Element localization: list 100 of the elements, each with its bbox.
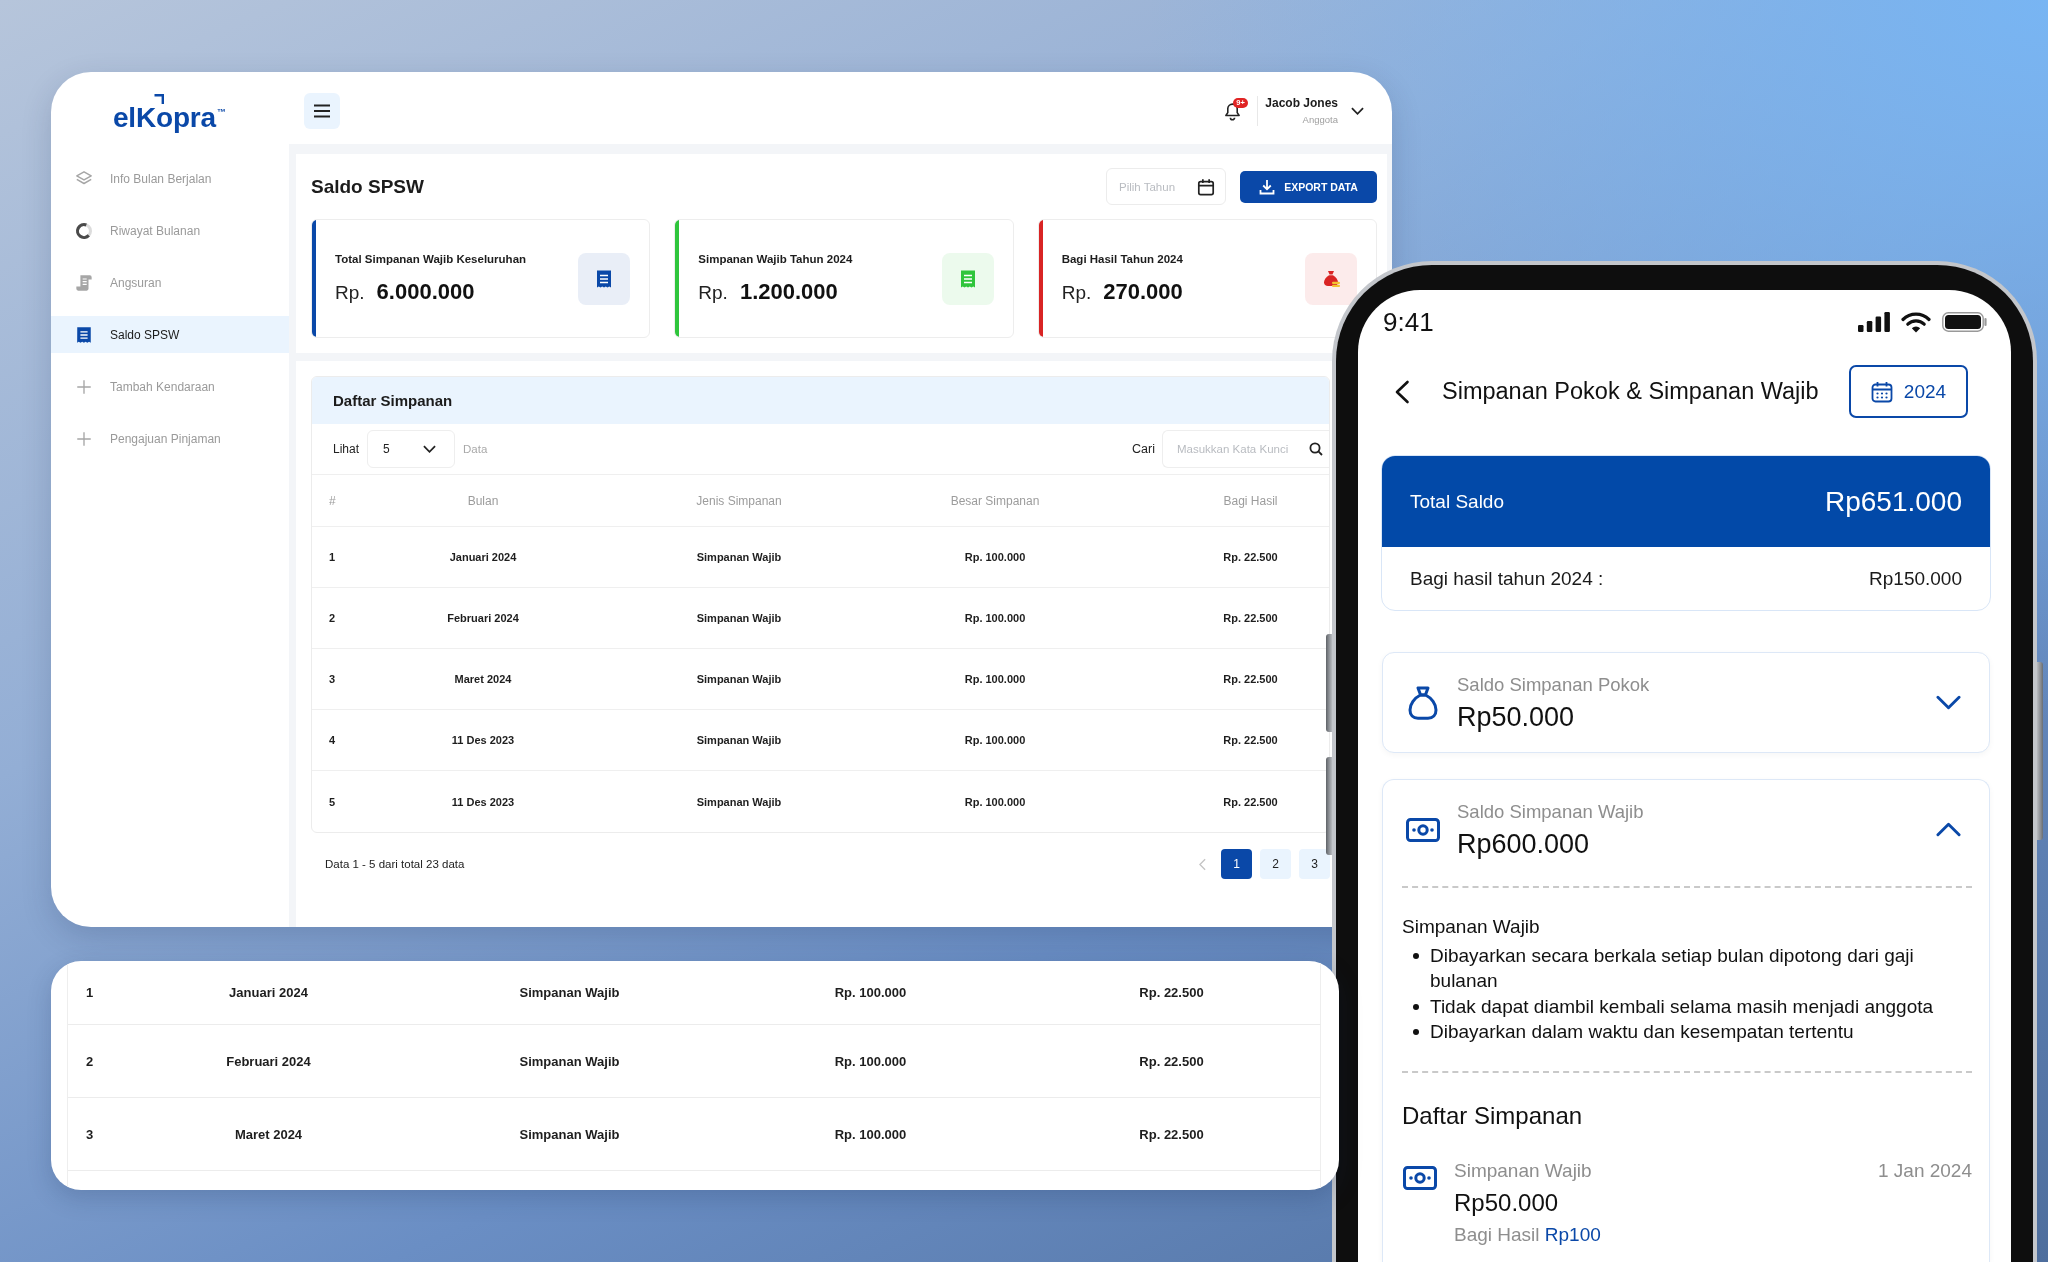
table-cell: Rp. 22.500 [1139, 1053, 1204, 1069]
entry-date: 1 Jan 2024 [1877, 1159, 1972, 1184]
table-cell: Rp. 100.000 [964, 551, 1026, 563]
table-cell: Simpanan Wajib [696, 734, 782, 746]
table-cell: 1 [86, 985, 94, 1000]
balance-value: Rp50.000 [1457, 700, 1575, 733]
table-cell: Rp. 100.000 [964, 734, 1026, 746]
back-icon[interactable] [1394, 379, 1410, 404]
search-icon [1309, 442, 1323, 456]
stat-label: Bagi Hasil Tahun 2024 [1061, 251, 1183, 267]
stat-value: 270.000 [1103, 278, 1183, 305]
table-cell: Rp. 22.500 [1223, 734, 1278, 746]
battery-icon [1942, 312, 1988, 332]
sidebar-item[interactable]: Saldo SPSW [51, 316, 289, 353]
chevron-down-icon[interactable] [1936, 695, 1961, 710]
stat-value: 1.200.000 [739, 278, 838, 305]
export-button[interactable]: EXPORT DATA [1240, 170, 1377, 203]
bullet-text: Tidak dapat diambil kembali selama masih menjadi anggota [1430, 994, 1934, 1019]
data-label: Data [463, 443, 488, 455]
bullet-text: Dibayarkan secara berkala setiap bulan dipotong dari gaji bulanan [1430, 944, 1915, 994]
currency-label: Rp. [1061, 280, 1092, 305]
table-cell: 4 [329, 734, 336, 746]
table-cell: Maret 2024 [454, 673, 512, 685]
receipt-icon [941, 252, 994, 305]
table-cell: 5 [329, 795, 336, 808]
bullet-icon [1413, 1003, 1419, 1010]
table-cell: Simpanan Wajib [519, 1053, 620, 1069]
table-cell: Simpanan Wajib [519, 1126, 620, 1142]
stat-label: Total Simpanan Wajib Keseluruhan [335, 251, 527, 267]
table-cell: Simpanan Wajib [696, 612, 782, 624]
calendar-icon [1197, 177, 1215, 196]
table-cell: Januari 2024 [449, 551, 517, 563]
corner-mark-icon [154, 94, 164, 104]
table-cell: 3 [86, 1126, 94, 1142]
table-cell: 2 [329, 612, 336, 624]
page-button[interactable]: 3 [1299, 849, 1330, 879]
show-label: Lihat [333, 442, 360, 456]
signal-icon [1858, 312, 1890, 332]
profit-share-value: Rp150.000 [1869, 567, 1962, 590]
page-button[interactable]: 2 [1260, 849, 1291, 879]
table-cell: Rp. 100.000 [834, 1053, 907, 1069]
year-button[interactable]: 2024 [1849, 365, 1968, 418]
status-time: 9:41 [1383, 306, 1434, 338]
balance-label: Saldo Simpanan Wajib [1457, 799, 1644, 824]
search-label: Cari [1132, 442, 1155, 456]
page-title: Saldo SPSW [311, 175, 424, 198]
balance-label: Saldo Simpanan Pokok [1457, 672, 1650, 697]
money-bag-icon [1305, 252, 1357, 305]
plus-icon [75, 377, 93, 396]
bullet-icon [1413, 953, 1419, 959]
menu-icon [313, 104, 331, 118]
table-cell: Rp. 22.500 [1223, 795, 1278, 808]
profit-share-label: Bagi hasil tahun 2024 : [1410, 567, 1604, 590]
chevron-down-icon[interactable] [1351, 107, 1364, 115]
page-button[interactable]: 1 [1221, 849, 1252, 879]
table-cell: 2 [86, 1053, 94, 1069]
balance-value: Rp600.000 [1457, 827, 1590, 860]
receipt-icon [578, 252, 631, 305]
table-cell: Simpanan Wajib [696, 551, 782, 563]
table-cell: Rp. 22.500 [1139, 1126, 1204, 1142]
table-cell: Rp. 100.000 [964, 673, 1026, 685]
entry-amount: Rp50.000 [1454, 1188, 1559, 1218]
table-cell: Simpanan Wajib [519, 985, 620, 1000]
total-value: Rp651.000 [1825, 485, 1962, 518]
money-bag-icon [1408, 685, 1438, 720]
logo: elKopra$^{™}$ [113, 104, 226, 132]
table-cell: Maret 2024 [234, 1126, 303, 1142]
menu-button[interactable] [304, 93, 340, 129]
bullet-text: Dibayarkan dalam waktu dan kesempatan tertentu [1430, 1019, 1854, 1044]
total-label: Total Saldo [1410, 490, 1504, 513]
currency-label: Rp. [335, 280, 365, 305]
table-cell: 3 [329, 673, 336, 685]
table-cell: Rp. 100.000 [834, 1126, 907, 1142]
table-cell: 11 Des 2023 [451, 734, 515, 746]
details-title: Simpanan Wajib [1402, 915, 1541, 939]
stat-value: 6.000.000 [376, 278, 475, 305]
entry-type: Simpanan Wajib [1454, 1159, 1592, 1184]
table-cell: 11 Des 2023 [451, 795, 515, 808]
table-cell: Rp. 100.000 [964, 612, 1026, 624]
column-header: Besar Simpanan [950, 493, 1040, 508]
column-header: # [329, 493, 336, 508]
stat-label: Simpanan Wajib Tahun 2024 [698, 251, 853, 267]
cash-icon [1403, 1166, 1437, 1191]
table-cell: Simpanan Wajib [696, 795, 782, 808]
page-size-select[interactable]: 5 [367, 430, 456, 468]
table-cell: Rp. 22.500 [1223, 551, 1278, 563]
table-title: Daftar Simpanan [333, 392, 453, 409]
column-header: Bulan [467, 493, 499, 508]
user-name: Jacob Jones [1265, 96, 1338, 111]
user-role: Anggota [1302, 113, 1338, 126]
chevron-up-icon[interactable] [1936, 822, 1961, 837]
table-summary: Data 1 - 5 dari total 23 data [325, 858, 465, 870]
screen-title: Simpanan Pokok & Simpanan Wajib [1442, 378, 1819, 405]
table-cell: 1 [329, 551, 336, 563]
table-cell: Rp. 22.500 [1223, 673, 1278, 685]
ring-icon [75, 221, 93, 240]
table-cell: Rp. 22.500 [1139, 985, 1204, 1000]
table-cell: Simpanan Wajib [696, 673, 782, 685]
table-cell: Januari 2024 [229, 985, 308, 1000]
calendar-icon [1870, 380, 1893, 403]
